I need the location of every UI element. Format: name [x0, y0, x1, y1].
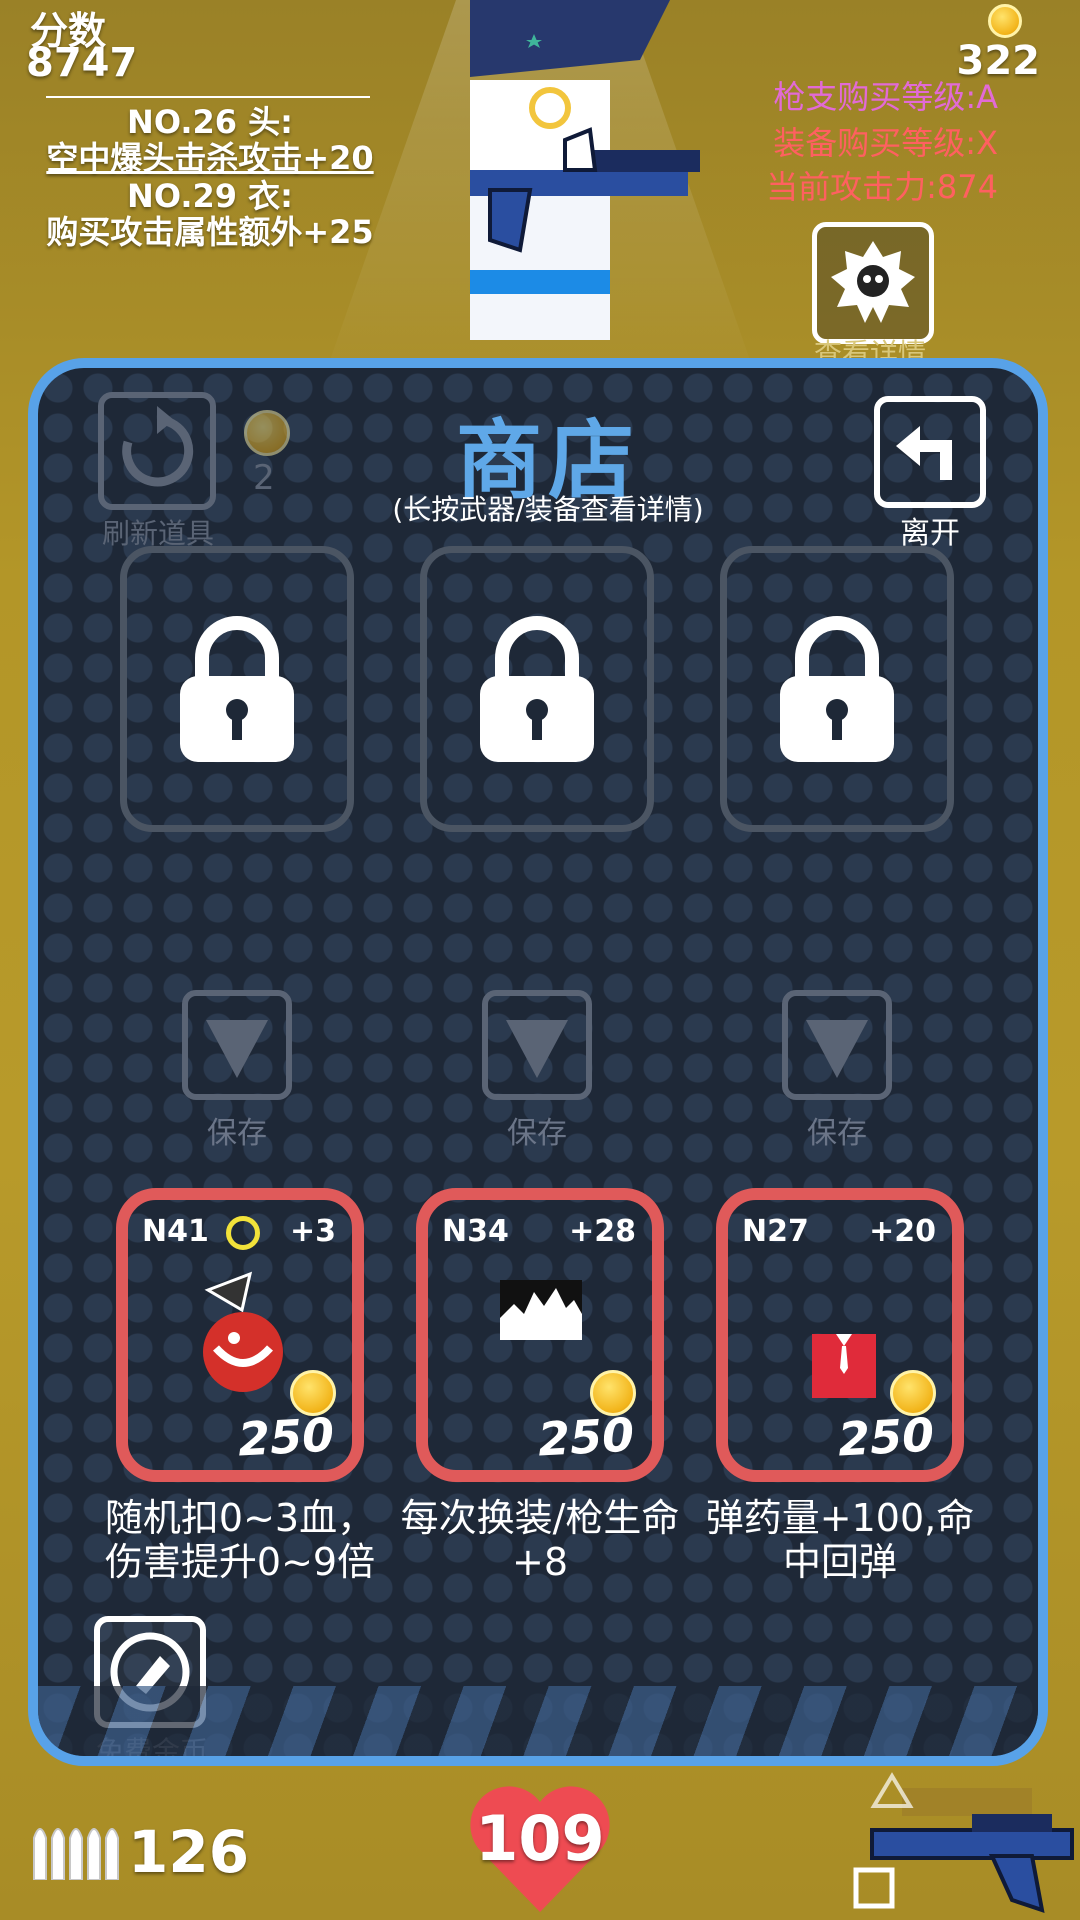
refresh-cost: 2: [253, 458, 275, 498]
lock-icon: [480, 616, 594, 762]
coin-icon: [988, 4, 1022, 38]
item-description: 弹药量+100,命中回弹: [705, 1496, 975, 1584]
item-price: 250: [536, 1407, 636, 1467]
item-description: 每次换装/枪生命+8: [400, 1496, 680, 1584]
refresh-button[interactable]: [98, 392, 216, 510]
save-label: 保存: [507, 1116, 567, 1151]
item-price: 250: [236, 1407, 336, 1467]
ring-icon: [226, 1216, 260, 1250]
lock-icon: [180, 616, 294, 762]
attack-power: 当前攻击力:874: [766, 168, 998, 206]
save-button[interactable]: [782, 990, 892, 1100]
buff-title: NO.26 头:: [127, 103, 293, 141]
item-bonus: +20: [869, 1214, 936, 1249]
item-code: N27: [742, 1214, 809, 1249]
item-bonus: +3: [289, 1214, 336, 1249]
item-code: N41: [142, 1214, 209, 1249]
down-arrow-icon: [206, 1020, 268, 1078]
coin-icon: [244, 410, 290, 456]
shop-item-card[interactable]: N34 +28 250: [416, 1188, 664, 1482]
stripe-decoration: [38, 1686, 1038, 1756]
gun-level: 枪支购买等级:A: [773, 78, 998, 116]
red-hook-creature-icon: [203, 1271, 283, 1392]
details-button[interactable]: [812, 222, 934, 344]
save-label: 保存: [807, 1116, 867, 1151]
refresh-icon: [122, 406, 194, 487]
down-arrow-icon: [506, 1020, 568, 1078]
weapon-slot-locked[interactable]: [120, 546, 354, 832]
player-character: [470, 0, 700, 340]
item-code: N34: [442, 1214, 509, 1249]
save-button[interactable]: [482, 990, 592, 1100]
buff-title: NO.29 衣:: [127, 177, 293, 215]
score-value: 8747: [26, 40, 138, 86]
buff-desc: 购买攻击属性额外+25: [46, 213, 374, 251]
leave-button[interactable]: [874, 396, 986, 508]
mountain-icon: [500, 1280, 582, 1340]
divider: [46, 96, 370, 98]
skull-badge-icon: [831, 241, 915, 323]
shop-panel: 商店 (长按武器/装备查看详情) 2 刷新道具 离开 保存 保存 保存 N41 …: [28, 358, 1048, 1766]
weapon-slot-locked[interactable]: [720, 546, 954, 832]
shop-item-card[interactable]: N41 +3 250: [116, 1188, 364, 1482]
red-shirt-icon: [812, 1334, 876, 1398]
item-price: 250: [836, 1407, 936, 1467]
return-arrow-icon: [896, 426, 952, 480]
shop-item-card[interactable]: N27 +20 250: [716, 1188, 964, 1482]
weapon-slot-locked[interactable]: [420, 546, 654, 832]
weapon-icon: [853, 1772, 1074, 1913]
lock-icon: [780, 616, 894, 762]
buff-desc: 空中爆头击杀攻击+20: [46, 139, 374, 177]
gear-level: 装备购买等级:X: [773, 124, 998, 162]
item-description: 随机扣0~3血，伤害提升0~9倍: [104, 1496, 376, 1584]
save-label: 保存: [207, 1116, 267, 1151]
save-button[interactable]: [182, 990, 292, 1100]
down-arrow-icon: [806, 1020, 868, 1078]
item-bonus: +28: [569, 1214, 636, 1249]
